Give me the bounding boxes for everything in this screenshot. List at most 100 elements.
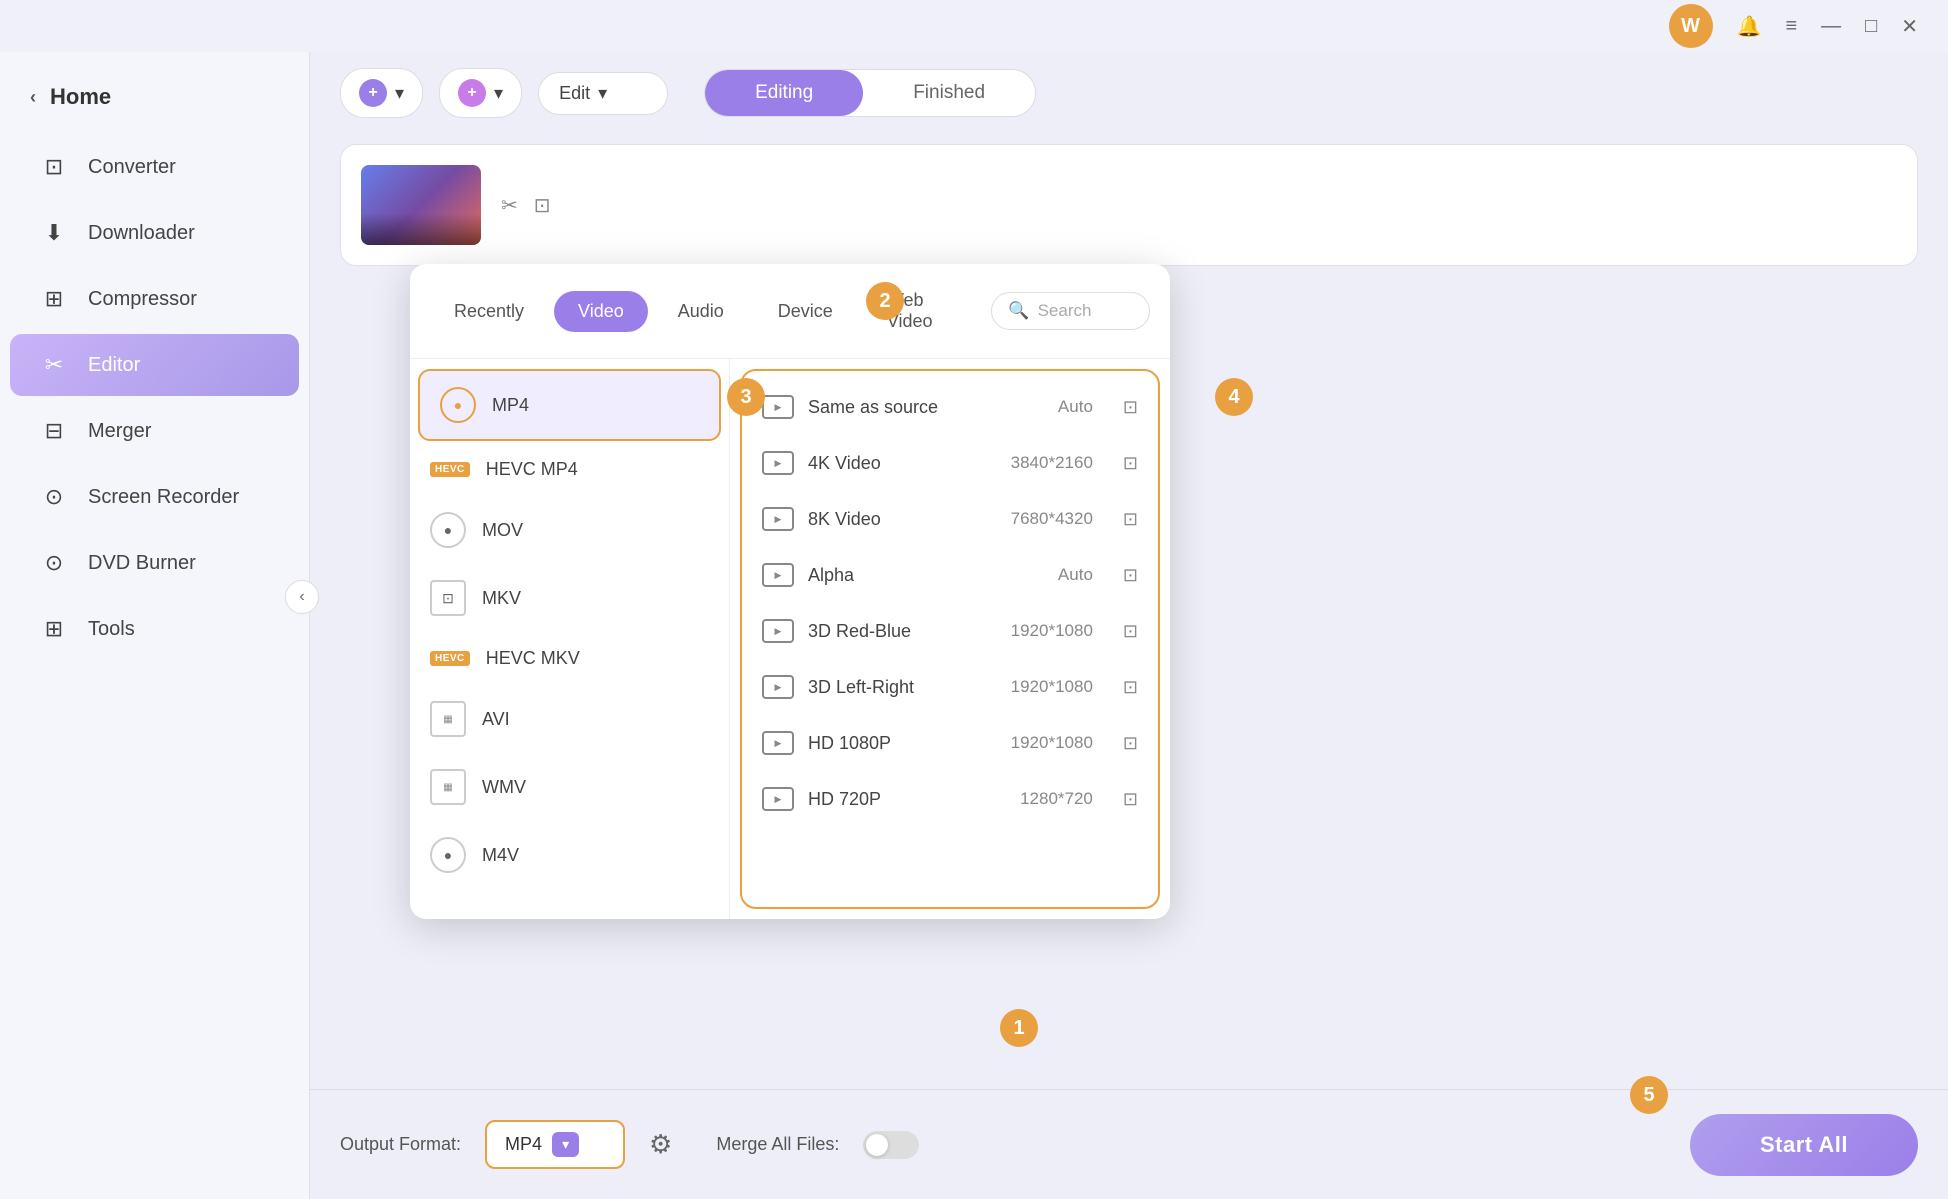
tools-icon: ⊞ <box>40 616 68 642</box>
sidebar-label-editor: Editor <box>88 354 140 377</box>
m4v-icon: ● <box>430 837 466 873</box>
menu-btn[interactable]: ≡ <box>1785 15 1797 38</box>
quality-res-8k: 7680*4320 <box>1011 509 1093 529</box>
format-item-mkv[interactable]: ⊡ MKV <box>410 564 729 632</box>
maximize-btn[interactable]: □ <box>1865 15 1877 38</box>
sidebar-item-converter[interactable]: ⊡ Converter <box>10 136 299 198</box>
add-file-icon: + <box>359 79 387 107</box>
step-badge-1: 1 <box>1000 1009 1038 1047</box>
step-badge-4: 4 <box>1215 378 1253 416</box>
downloader-icon: ⬇ <box>40 220 68 246</box>
mkv-icon: ⊡ <box>430 580 466 616</box>
start-all-btn[interactable]: Start All <box>1690 1114 1918 1176</box>
quality-name-alpha: Alpha <box>808 565 1044 586</box>
quality-item-3d-left-right[interactable]: 3D Left-Right 1920*1080 ⊡ <box>742 659 1158 715</box>
format-item-hevc-mkv[interactable]: HEVC HEVC MKV <box>410 632 729 685</box>
quality-icon-alpha <box>762 563 794 587</box>
avi-icon: ▦ <box>430 701 466 737</box>
quality-name-hd-720p: HD 720P <box>808 789 1006 810</box>
quality-edit-same[interactable]: ⊡ <box>1123 397 1138 418</box>
quality-name-same: Same as source <box>808 397 1044 418</box>
titlebar: W 🔔 ≡ — □ ✕ <box>0 0 1948 52</box>
format-item-avi[interactable]: ▦ AVI <box>410 685 729 753</box>
format-tab-device[interactable]: Device <box>754 291 857 332</box>
format-tab-video[interactable]: Video <box>554 291 648 332</box>
compressor-icon: ⊞ <box>40 286 68 312</box>
sidebar-label-screen-recorder: Screen Recorder <box>88 486 239 509</box>
quality-edit-3d-red-blue[interactable]: ⊡ <box>1123 621 1138 642</box>
quality-icon-3d-left-right <box>762 675 794 699</box>
merger-icon: ⊟ <box>40 418 68 444</box>
sidebar-item-screen-recorder[interactable]: ⊙ Screen Recorder <box>10 466 299 528</box>
quality-edit-3d-left-right[interactable]: ⊡ <box>1123 677 1138 698</box>
cut-icon[interactable]: ✂ <box>501 193 518 218</box>
quality-item-8k[interactable]: 8K Video 7680*4320 ⊡ <box>742 491 1158 547</box>
hevc-mkv-badge: HEVC <box>430 651 470 666</box>
format-tab-recently[interactable]: Recently <box>430 291 548 332</box>
add-file-label: ▾ <box>395 83 404 104</box>
sidebar-item-dvd-burner[interactable]: ⊙ DVD Burner <box>10 532 299 594</box>
minimize-btn[interactable]: — <box>1821 15 1841 38</box>
format-item-hevc-mp4[interactable]: HEVC HEVC MP4 <box>410 443 729 496</box>
quality-res-hd-1080p: 1920*1080 <box>1011 733 1093 753</box>
gear-settings-btn[interactable]: ⚙ <box>649 1129 672 1160</box>
format-item-wmv[interactable]: ▦ WMV <box>410 753 729 821</box>
format-popup: Recently Video Audio Device Web Video 🔍 … <box>410 264 1170 919</box>
sidebar-item-compressor[interactable]: ⊞ Compressor <box>10 268 299 330</box>
mov-icon: ● <box>430 512 466 548</box>
quality-icon-4k <box>762 451 794 475</box>
format-label-mp4: MP4 <box>492 395 529 416</box>
sidebar-home[interactable]: ‹ Home <box>0 60 309 134</box>
quality-edit-hd-720p[interactable]: ⊡ <box>1123 789 1138 810</box>
converter-icon: ⊡ <box>40 154 68 180</box>
quality-edit-8k[interactable]: ⊡ <box>1123 509 1138 530</box>
wmv-icon: ▦ <box>430 769 466 805</box>
quality-edit-hd-1080p[interactable]: ⊡ <box>1123 733 1138 754</box>
quality-edit-alpha[interactable]: ⊡ <box>1123 565 1138 586</box>
tab-finished[interactable]: Finished <box>863 70 1035 116</box>
edit-dropdown[interactable]: Edit ▾ <box>538 72 668 115</box>
quality-res-4k: 3840*2160 <box>1011 453 1093 473</box>
quality-item-alpha[interactable]: Alpha Auto ⊡ <box>742 547 1158 603</box>
tab-editing[interactable]: Editing <box>705 70 863 116</box>
add-file-btn[interactable]: + ▾ <box>340 68 423 118</box>
quality-item-hd-720p[interactable]: HD 720P 1280*720 ⊡ <box>742 771 1158 827</box>
format-tab-audio[interactable]: Audio <box>654 291 748 332</box>
sidebar-item-downloader[interactable]: ⬇ Downloader <box>10 202 299 264</box>
quality-icon-hd-720p <box>762 787 794 811</box>
format-label-hevc-mkv: HEVC MKV <box>486 648 580 669</box>
quality-item-same-as-source[interactable]: Same as source Auto ⊡ <box>742 379 1158 435</box>
chevron-icon: ‹ <box>30 87 36 108</box>
quality-res-3d-left-right: 1920*1080 <box>1011 677 1093 697</box>
add-url-icon: + <box>458 79 486 107</box>
merge-toggle[interactable] <box>863 1131 919 1159</box>
notification-btn[interactable]: 🔔 <box>1737 14 1762 39</box>
quality-item-3d-red-blue[interactable]: 3D Red-Blue 1920*1080 ⊡ <box>742 603 1158 659</box>
sidebar-collapse-btn[interactable]: ‹ <box>285 580 319 614</box>
format-item-mp4[interactable]: ● MP4 <box>418 369 721 441</box>
hevc-badge: HEVC <box>430 462 470 477</box>
editor-icon: ✂ <box>40 352 68 378</box>
format-label-avi: AVI <box>482 709 510 730</box>
format-label-wmv: WMV <box>482 777 526 798</box>
format-content: ● MP4 HEVC HEVC MP4 ● MOV ⊡ <box>410 359 1170 919</box>
quality-edit-4k[interactable]: ⊡ <box>1123 453 1138 474</box>
quality-item-hd-1080p[interactable]: HD 1080P 1920*1080 ⊡ <box>742 715 1158 771</box>
sidebar-label-converter: Converter <box>88 156 176 179</box>
close-btn[interactable]: ✕ <box>1901 14 1918 39</box>
output-format-select[interactable]: MP4 ▾ <box>485 1120 625 1169</box>
quality-name-8k: 8K Video <box>808 509 997 530</box>
format-label-mov: MOV <box>482 520 523 541</box>
sidebar-label-tools: Tools <box>88 618 135 641</box>
bottom-bar: Output Format: MP4 ▾ ⚙ Merge All Files: … <box>310 1089 1948 1199</box>
sidebar-item-editor[interactable]: ✂ Editor <box>10 334 299 396</box>
search-box[interactable]: 🔍 Search <box>991 292 1150 330</box>
sidebar-item-tools[interactable]: ⊞ Tools <box>10 598 299 660</box>
format-item-m4v[interactable]: ● M4V <box>410 821 729 889</box>
edit-icon[interactable]: ⊡ <box>534 193 551 218</box>
quality-item-4k[interactable]: 4K Video 3840*2160 ⊡ <box>742 435 1158 491</box>
format-item-mov[interactable]: ● MOV <box>410 496 729 564</box>
add-url-btn[interactable]: + ▾ <box>439 68 522 118</box>
sidebar-item-merger[interactable]: ⊟ Merger <box>10 400 299 462</box>
format-list: ● MP4 HEVC HEVC MP4 ● MOV ⊡ <box>410 359 730 919</box>
